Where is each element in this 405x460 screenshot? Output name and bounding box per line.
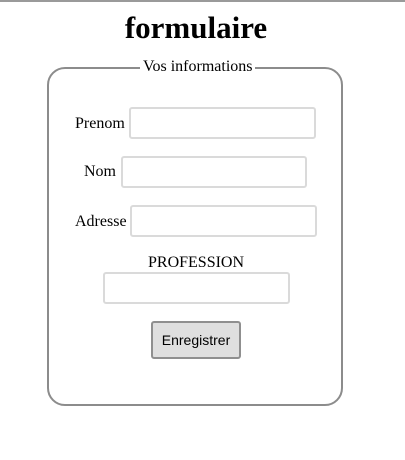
nom-label: Nom [84, 163, 116, 180]
top-divider [0, 0, 405, 2]
fieldset-legend: Vos informations [140, 58, 256, 76]
save-button[interactable]: Enregistrer [151, 321, 241, 359]
adresse-label: Adresse [75, 213, 127, 230]
prenom-input[interactable] [129, 107, 316, 139]
adresse-input[interactable] [130, 205, 317, 237]
profession-label: PROFESSION [148, 254, 245, 271]
page-title: formulaire [124, 10, 268, 45]
profession-input[interactable] [103, 272, 290, 304]
nom-input[interactable] [121, 156, 307, 188]
prenom-label: Prenom [75, 115, 125, 132]
